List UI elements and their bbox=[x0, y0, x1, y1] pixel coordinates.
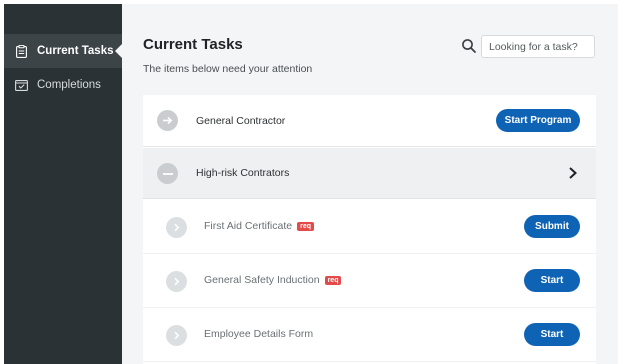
main-content: Current Tasks The items below need your … bbox=[122, 4, 618, 364]
page-title: Current Tasks bbox=[143, 36, 243, 53]
sidebar-item-current-tasks[interactable]: Current Tasks bbox=[4, 34, 122, 68]
chevron-right-icon[interactable] bbox=[568, 166, 578, 180]
minus-icon[interactable] bbox=[157, 163, 178, 184]
submit-button[interactable]: Submit bbox=[524, 215, 580, 238]
task-group-label: High-risk Contrators bbox=[196, 167, 290, 179]
start-button[interactable]: Start bbox=[524, 269, 580, 292]
start-button[interactable]: Start bbox=[524, 323, 580, 346]
chevron-right-icon[interactable] bbox=[166, 325, 187, 346]
task-row-program[interactable]: General Contractor Start Program bbox=[143, 95, 596, 147]
required-badge: req bbox=[297, 222, 315, 231]
page-subtitle: The items below need your attention bbox=[143, 63, 313, 75]
sidebar: Current Tasks Completions bbox=[4, 4, 122, 364]
sidebar-item-label: Completions bbox=[37, 79, 101, 91]
task-group-row[interactable]: High-risk Contrators bbox=[143, 148, 596, 199]
search-icon[interactable] bbox=[461, 38, 477, 54]
task-label: General Contractor bbox=[196, 115, 286, 127]
task-label: Employee Details Form bbox=[204, 328, 314, 340]
required-badge: req bbox=[324, 276, 342, 285]
task-row[interactable]: First Aid Certificate req Submit bbox=[143, 200, 596, 254]
sidebar-item-completions[interactable]: Completions bbox=[4, 68, 122, 102]
task-label: General Safety Induction req bbox=[204, 274, 342, 286]
chevron-right-icon[interactable] bbox=[166, 271, 187, 292]
clipboard-icon bbox=[14, 44, 28, 58]
task-row[interactable]: General Safety Induction req Start bbox=[143, 254, 596, 308]
task-list: General Contractor Start Program High-ri… bbox=[143, 95, 596, 364]
search-input[interactable] bbox=[481, 35, 595, 58]
task-row[interactable]: Employee Details Form Start bbox=[143, 308, 596, 362]
chevron-right-icon[interactable] bbox=[166, 217, 187, 238]
calendar-check-icon bbox=[14, 78, 28, 92]
task-label: First Aid Certificate req bbox=[204, 220, 315, 232]
start-program-button[interactable]: Start Program bbox=[496, 109, 580, 132]
arrow-right-icon[interactable] bbox=[157, 110, 178, 131]
sidebar-item-label: Current Tasks bbox=[37, 45, 114, 57]
